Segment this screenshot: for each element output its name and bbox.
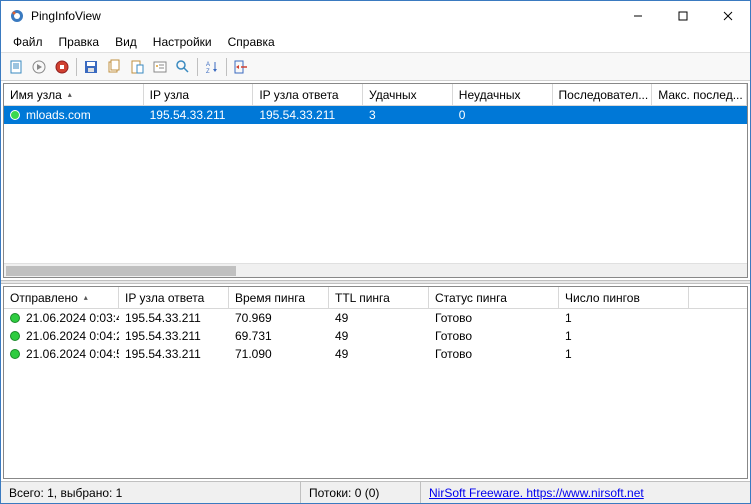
column-header[interactable]: Неудачных	[453, 84, 553, 105]
cell: Готово	[429, 347, 559, 361]
svg-text:A: A	[206, 62, 210, 68]
copy-icon[interactable]	[103, 56, 125, 78]
pings-grid-header: Отправлено▴IP узла ответаВремя пингаTTL …	[4, 287, 747, 309]
status-threads: Потоки: 0 (0)	[301, 482, 421, 503]
cell: 1	[559, 329, 689, 343]
new-file-icon[interactable]	[5, 56, 27, 78]
paste-icon[interactable]	[126, 56, 148, 78]
table-row[interactable]: 21.06.2024 0:04:51195.54.33.21171.09049Г…	[4, 345, 747, 363]
column-header[interactable]: Время пинга	[229, 287, 329, 308]
menu-help[interactable]: Справка	[220, 33, 283, 51]
minimize-button[interactable]	[615, 1, 660, 31]
column-header[interactable]: IP узла	[144, 84, 254, 105]
status-dot-icon	[10, 110, 20, 120]
status-dot-icon	[10, 349, 20, 359]
exit-icon[interactable]	[230, 56, 252, 78]
hosts-grid-header: Имя узла▴IP узлаIP узла ответаУдачныхНеу…	[4, 84, 747, 106]
status-dot-icon	[10, 331, 20, 341]
cell: 0	[453, 108, 553, 122]
menubar: Файл Правка Вид Настройки Справка	[1, 31, 750, 53]
column-header[interactable]: IP узла ответа	[119, 287, 229, 308]
cell: 49	[329, 311, 429, 325]
menu-edit[interactable]: Правка	[51, 33, 108, 51]
titlebar: PingInfoView	[1, 1, 750, 31]
pings-grid-body[interactable]: 21.06.2024 0:03:45195.54.33.21170.96949Г…	[4, 309, 747, 478]
find-icon[interactable]	[172, 56, 194, 78]
splitter[interactable]	[1, 280, 750, 284]
stop-icon[interactable]	[51, 56, 73, 78]
status-selection: Всего: 1, выбрано: 1	[1, 482, 301, 503]
cell: 195.54.33.211	[119, 347, 229, 361]
sort-icon[interactable]: AZ	[201, 56, 223, 78]
hosts-grid-body[interactable]: mloads.com195.54.33.211195.54.33.21130	[4, 106, 747, 263]
toolbar: AZ	[1, 53, 750, 81]
cell: Готово	[429, 311, 559, 325]
column-header[interactable]: Число пингов	[559, 287, 689, 308]
column-header[interactable]: TTL пинга	[329, 287, 429, 308]
column-header[interactable]: Статус пинга	[429, 287, 559, 308]
cell: 71.090	[229, 347, 329, 361]
menu-file[interactable]: Файл	[5, 33, 51, 51]
app-icon	[9, 8, 25, 24]
status-bar: Всего: 1, выбрано: 1 Потоки: 0 (0) NirSo…	[1, 481, 750, 503]
column-header[interactable]: Последовател...	[553, 84, 653, 105]
cell: 70.969	[229, 311, 329, 325]
pings-grid[interactable]: Отправлено▴IP узла ответаВремя пингаTTL …	[3, 286, 748, 479]
column-header[interactable]: Имя узла▴	[4, 84, 144, 105]
save-icon[interactable]	[80, 56, 102, 78]
window-controls	[615, 1, 750, 31]
cell: 3	[363, 108, 453, 122]
table-row[interactable]: mloads.com195.54.33.211195.54.33.21130	[4, 106, 747, 124]
cell: mloads.com	[4, 108, 144, 122]
column-header[interactable]: Макс. послед...	[652, 84, 747, 105]
cell: 21.06.2024 0:04:21	[4, 329, 119, 343]
status-dot-icon	[10, 313, 20, 323]
hosts-grid[interactable]: Имя узла▴IP узлаIP узла ответаУдачныхНеу…	[3, 83, 748, 278]
menu-settings[interactable]: Настройки	[145, 33, 220, 51]
cell: 49	[329, 329, 429, 343]
cell: 195.54.33.211	[144, 108, 254, 122]
cell: 1	[559, 347, 689, 361]
cell: 21.06.2024 0:03:45	[4, 311, 119, 325]
properties-icon[interactable]	[149, 56, 171, 78]
cell: Готово	[429, 329, 559, 343]
horizontal-scrollbar[interactable]	[4, 263, 747, 277]
column-header[interactable]: Отправлено▴	[4, 287, 119, 308]
cell: 21.06.2024 0:04:51	[4, 347, 119, 361]
cell: 195.54.33.211	[253, 108, 363, 122]
table-row[interactable]: 21.06.2024 0:04:21195.54.33.21169.73149Г…	[4, 327, 747, 345]
cell: 195.54.33.211	[119, 311, 229, 325]
play-icon[interactable]	[28, 56, 50, 78]
column-header[interactable]: IP узла ответа	[253, 84, 363, 105]
scrollbar-thumb[interactable]	[6, 266, 236, 276]
column-header[interactable]: Удачных	[363, 84, 453, 105]
svg-text:Z: Z	[206, 69, 210, 75]
window-title: PingInfoView	[31, 9, 615, 23]
status-link[interactable]: NirSoft Freeware. https://www.nirsoft.ne…	[421, 482, 750, 503]
cell: 1	[559, 311, 689, 325]
cell: 49	[329, 347, 429, 361]
table-row[interactable]: 21.06.2024 0:03:45195.54.33.21170.96949Г…	[4, 309, 747, 327]
close-button[interactable]	[705, 1, 750, 31]
maximize-button[interactable]	[660, 1, 705, 31]
cell: 195.54.33.211	[119, 329, 229, 343]
cell: 69.731	[229, 329, 329, 343]
menu-view[interactable]: Вид	[107, 33, 145, 51]
